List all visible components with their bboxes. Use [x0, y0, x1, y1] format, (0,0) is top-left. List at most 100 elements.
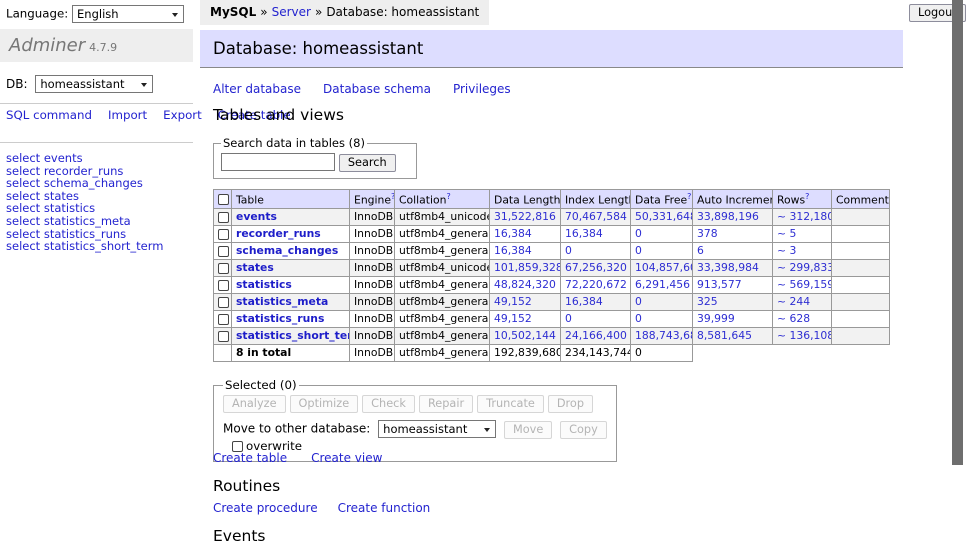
- index-length-cell: 67,256,320: [561, 259, 631, 276]
- index-length-cell: 70,467,584: [561, 208, 631, 225]
- data-length-cell: 16,384: [490, 242, 561, 259]
- sidebar-select-table-link[interactable]: select statistics_short_term: [6, 240, 163, 253]
- collation-cell: utf8mb4_unicode_ci: [395, 208, 490, 225]
- data-free-cell: 0: [631, 293, 693, 310]
- sidebar-select-table-link[interactable]: select events: [6, 152, 163, 165]
- table-row: states InnoDB utf8mb4_unicode_ci 101,859…: [214, 259, 890, 276]
- table-row: events InnoDB utf8mb4_unicode_ci 31,522,…: [214, 208, 890, 225]
- table-row: statistics InnoDB utf8mb4_general_ci 48,…: [214, 276, 890, 293]
- data-length-cell: 16,384: [490, 225, 561, 242]
- database-action-links: Alter database Database schema Privileges: [213, 82, 533, 96]
- auto-increment-cell: 8,581,645: [693, 327, 773, 344]
- sidebar-table-links: select eventsselect recorder_runsselect …: [6, 152, 163, 253]
- table-name-link[interactable]: statistics: [236, 278, 292, 291]
- breadcrumb-separator: »: [256, 5, 271, 19]
- search-legend: Search data in tables (8): [221, 136, 367, 150]
- table-name-link[interactable]: events: [236, 210, 277, 223]
- table-name-link[interactable]: schema_changes: [236, 244, 338, 257]
- row-checkbox[interactable]: [218, 314, 229, 325]
- column-hint-link[interactable]: ?: [391, 192, 394, 201]
- row-checkbox[interactable]: [218, 212, 229, 223]
- data-free-cell: 104,857,600: [631, 259, 693, 276]
- breadcrumb-mysql-link[interactable]: MySQL: [210, 5, 256, 19]
- collation-cell: utf8mb4_general_ci: [395, 310, 490, 327]
- sidebar-select-table-link[interactable]: select statistics_meta: [6, 215, 163, 228]
- data-length-cell: 49,152: [490, 293, 561, 310]
- routine-create-link[interactable]: Create procedure: [213, 501, 318, 515]
- rows-count-cell: ~ 136,108: [773, 327, 832, 344]
- sidebar-action-link[interactable]: Export: [163, 108, 202, 122]
- column-hint-link[interactable]: ?: [446, 192, 450, 201]
- column-header: Rows?: [773, 190, 832, 209]
- row-checkbox[interactable]: [218, 297, 229, 308]
- table-name-link[interactable]: states: [236, 261, 274, 274]
- auto-increment-cell: 913,577: [693, 276, 773, 293]
- db-select[interactable]: homeassistant: [35, 75, 153, 93]
- move-database-select[interactable]: homeassistant: [378, 420, 496, 438]
- data-length-cell: 31,522,816: [490, 208, 561, 225]
- vertical-scrollbar[interactable]: [952, 0, 963, 465]
- move-label: Move to other database:: [223, 422, 370, 436]
- rows-count-cell: ~ 299,833: [773, 259, 832, 276]
- table-name-link[interactable]: statistics_meta: [236, 295, 328, 308]
- comment-cell: [832, 327, 890, 344]
- sidebar-select-table-link[interactable]: select schema_changes: [6, 177, 163, 190]
- column-hint-link[interactable]: ?: [889, 192, 890, 201]
- sidebar-action-link[interactable]: SQL command: [6, 108, 92, 122]
- database-action-link[interactable]: Privileges: [453, 82, 511, 96]
- index-length-cell: 72,220,672: [561, 276, 631, 293]
- rows-count-cell: ~ 628: [773, 310, 832, 327]
- column-header: Data Length?: [490, 190, 561, 209]
- index-length-cell: 0: [561, 242, 631, 259]
- database-action-link[interactable]: Database schema: [323, 82, 431, 96]
- table-row: schema_changes InnoDB utf8mb4_general_ci…: [214, 242, 890, 259]
- row-checkbox[interactable]: [218, 263, 229, 274]
- column-hint-link[interactable]: ?: [805, 192, 809, 201]
- breadcrumb-server-link[interactable]: Server: [272, 5, 311, 19]
- create-link[interactable]: Create view: [311, 451, 382, 465]
- row-checkbox[interactable]: [218, 246, 229, 257]
- select-all-checkbox[interactable]: [218, 194, 229, 205]
- search-fieldset: Search data in tables (8) Search: [213, 136, 417, 179]
- table-row: statistics_runs InnoDB utf8mb4_general_c…: [214, 310, 890, 327]
- data-free-cell: 6,291,456: [631, 276, 693, 293]
- table-header-row: TableEngine?Collation?Data Length?Index …: [214, 190, 890, 209]
- db-selector-row: DB: homeassistant: [6, 75, 153, 93]
- table-name-link[interactable]: statistics_short_term: [236, 329, 350, 342]
- auto-increment-cell: 39,999: [693, 310, 773, 327]
- data-length-cell: 49,152: [490, 310, 561, 327]
- database-action-link[interactable]: Alter database: [213, 82, 301, 96]
- row-checkbox[interactable]: [218, 229, 229, 240]
- collation-cell: utf8mb4_general_ci: [395, 225, 490, 242]
- data-free-cell: 50,331,648: [631, 208, 693, 225]
- column-header: Auto Increment?: [693, 190, 773, 209]
- search-button[interactable]: Search: [339, 154, 396, 172]
- routine-create-link[interactable]: Create function: [338, 501, 431, 515]
- create-links: Create table Create view: [213, 451, 406, 465]
- total-data-free: 0: [631, 344, 693, 361]
- table-name-link[interactable]: statistics_runs: [236, 312, 324, 325]
- sidebar-action-link[interactable]: Import: [108, 108, 147, 122]
- collation-cell: utf8mb4_general_ci: [395, 276, 490, 293]
- row-checkbox[interactable]: [218, 280, 229, 291]
- copy-button: Copy: [560, 421, 607, 439]
- column-header: Engine?: [350, 190, 395, 209]
- language-select[interactable]: English: [72, 5, 184, 23]
- breadcrumb-current: Database: homeassistant: [326, 5, 479, 19]
- row-checkbox[interactable]: [218, 331, 229, 342]
- column-hint-link[interactable]: ?: [687, 192, 691, 201]
- column-header: Index Length?: [561, 190, 631, 209]
- selected-fieldset: Selected (0) AnalyzeOptimizeCheckRepairT…: [213, 378, 617, 462]
- table-name-link[interactable]: recorder_runs: [236, 227, 321, 240]
- total-data-length: 192,839,680: [490, 344, 561, 361]
- column-header: Table: [232, 190, 350, 209]
- comment-cell: [832, 225, 890, 242]
- create-link[interactable]: Create table: [213, 451, 287, 465]
- overwrite-checkbox[interactable]: [232, 441, 243, 452]
- search-input[interactable]: [221, 153, 335, 171]
- table-total-row: 8 in total InnoDB utf8mb4_general_ci 192…: [214, 344, 890, 361]
- engine-cell: InnoDB: [350, 242, 395, 259]
- routines-heading: Routines: [213, 477, 280, 495]
- comment-cell: [832, 208, 890, 225]
- rows-count-cell: ~ 3: [773, 242, 832, 259]
